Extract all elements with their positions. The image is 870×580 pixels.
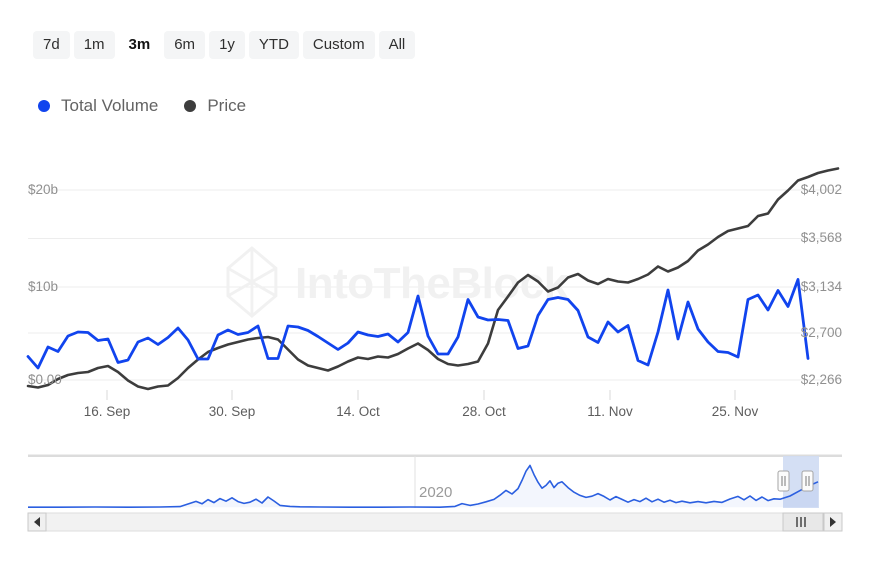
y-right-tick-2266: $2,266 [801,372,842,387]
x-tick-label-14-oct: 14. Oct [336,404,380,419]
legend-dot-icon-price [184,100,197,112]
y-left-tick-20b: $20b [28,182,58,197]
legend-dot-icon-total-volume [38,100,50,112]
x-tick-label-11-nov: 11. Nov [587,404,633,419]
y-right-tick-3134: $3,134 [801,279,843,294]
legend-item-total-volume[interactable]: Total Volume [38,96,158,116]
x-axis: 16. Sep 30. Sep 14. Oct 28. Oct 11. Nov … [84,390,759,419]
range-button-custom[interactable]: Custom [302,31,375,60]
range-button-1y[interactable]: 1y [209,31,245,60]
chart-svg: IntoTheBlock $20b $10b $0.00 $4,002 $3,5… [26,167,843,419]
range-button-ytd[interactable]: YTD [248,31,299,60]
chart-navigator[interactable]: 2020 [0,444,870,540]
y-right-tick-3568: $3,568 [801,230,842,245]
chart-legend: Total Volume Price [38,96,246,116]
y-right-tick-4002: $4,002 [801,182,842,197]
legend-label-price: Price [207,96,247,115]
range-selector: 7d 1m 3m 6m 1y YTD Custom All [33,31,416,60]
range-button-1m[interactable]: 1m [73,31,115,60]
y-right-tick-2700: $2,700 [801,325,842,340]
navigator-year-label: 2020 [419,484,452,501]
range-button-3m[interactable]: 3m [119,31,161,59]
chart-widget: 7d 1m 3m 6m 1y YTD Custom All Total Volu… [0,0,870,580]
x-tick-label-25-nov: 25. Nov [712,404,759,419]
range-button-all[interactable]: All [378,31,416,60]
chart-plot-area[interactable]: IntoTheBlock $20b $10b $0.00 $4,002 $3,5… [0,150,870,440]
watermark-text: IntoTheBlock [295,259,569,308]
x-tick-label-28-oct: 28. Oct [462,404,506,419]
y-left-tick-10b: $10b [28,279,58,294]
legend-label-total-volume: Total Volume [61,96,159,115]
navigator-handle-right[interactable] [801,470,814,492]
x-tick-label-16-sep: 16. Sep [84,404,131,419]
x-tick-label-30-sep: 30. Sep [209,404,256,419]
range-button-7d[interactable]: 7d [33,31,70,60]
range-button-6m[interactable]: 6m [164,31,206,60]
intotheblock-logo-icon [226,246,278,319]
scrollbar-right-arrow-button[interactable] [823,512,843,532]
legend-item-price[interactable]: Price [184,96,246,116]
scrollbar-thumb[interactable] [782,512,824,532]
scrollbar-left-arrow-button[interactable] [27,512,47,532]
navigator-handle-left[interactable] [777,470,790,492]
navigator-scrollbar[interactable] [27,512,843,532]
navigator-svg: 2020 [27,454,843,532]
y-left-tick-0: $0.00 [28,372,62,387]
